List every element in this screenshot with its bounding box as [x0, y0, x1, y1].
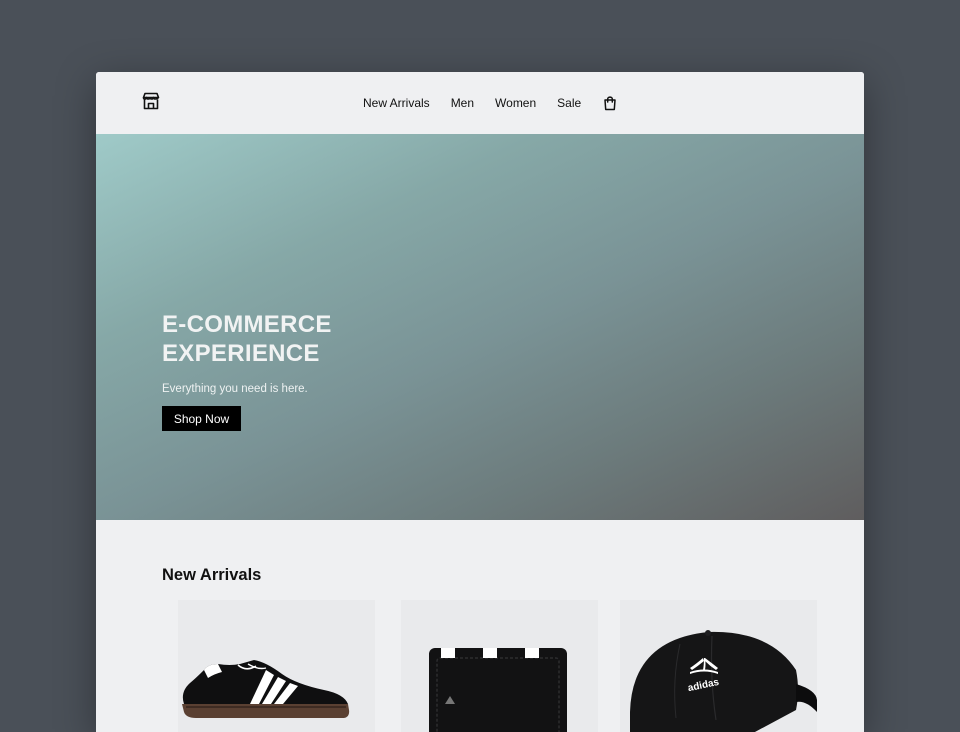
- hero-title-line-1: E-COMMERCE: [162, 311, 332, 338]
- nav-item-new-arrivals[interactable]: New Arrivals: [363, 96, 430, 110]
- cap-image: adidas: [630, 630, 817, 732]
- main-nav: New Arrivals Men Women Sale: [363, 94, 617, 112]
- nav-item-women[interactable]: Women: [495, 96, 536, 110]
- hero-subtitle: Everything you need is here.: [162, 383, 308, 395]
- product-card-wallet[interactable]: [401, 600, 598, 732]
- site-header: New Arrivals Men Women Sale: [96, 72, 864, 134]
- nav-item-sale[interactable]: Sale: [557, 96, 581, 110]
- sneaker-image: [182, 660, 350, 718]
- product-card-cap[interactable]: adidas: [620, 600, 817, 732]
- nav-item-men[interactable]: Men: [451, 96, 474, 110]
- hero-title-line-2: EXPERIENCE: [162, 340, 320, 367]
- hero-banner: E-COMMERCE EXPERIENCE Everything you nee…: [96, 134, 864, 520]
- hero-title: E-COMMERCE EXPERIENCE: [162, 310, 332, 368]
- shop-now-button[interactable]: Shop Now: [162, 406, 241, 431]
- product-card-sneaker[interactable]: [178, 600, 375, 732]
- storefront-icon[interactable]: [141, 91, 161, 111]
- shopping-bag-icon[interactable]: [603, 95, 617, 111]
- new-arrivals-heading: New Arrivals: [162, 566, 262, 584]
- browser-window: New Arrivals Men Women Sale E-COMMERCE E…: [96, 72, 864, 732]
- wallet-image: [429, 648, 567, 732]
